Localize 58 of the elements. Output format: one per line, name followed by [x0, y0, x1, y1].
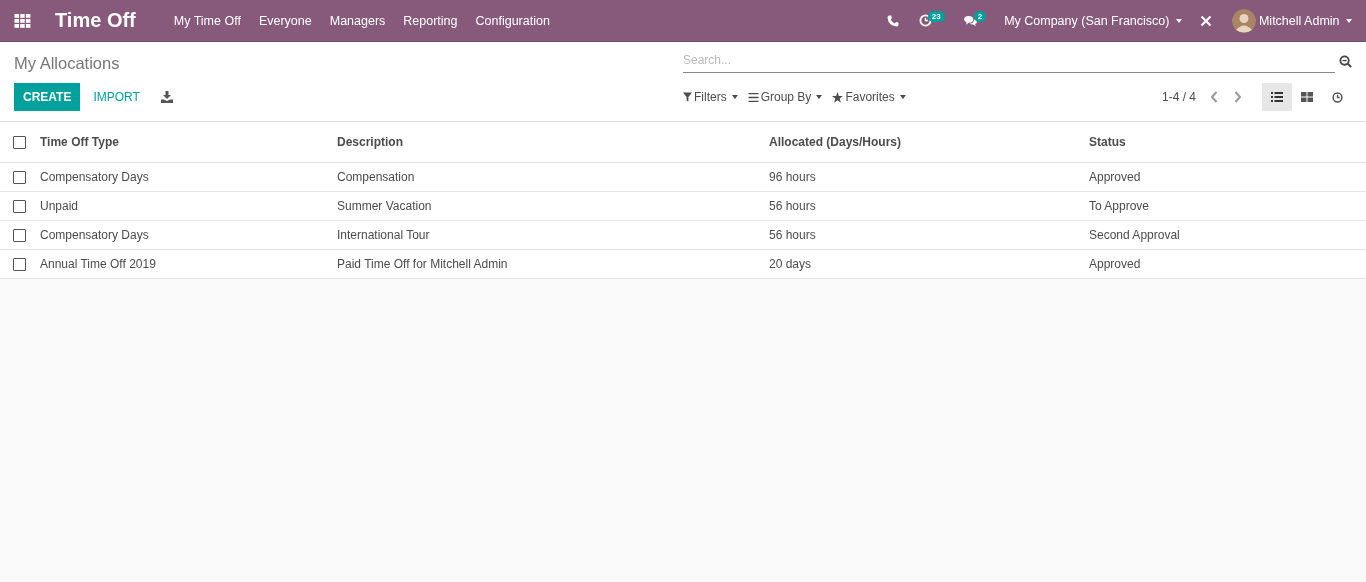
table-cell-text: International Tour: [337, 228, 431, 242]
menu-item[interactable]: Configuration: [475, 13, 550, 28]
download-icon[interactable]: [160, 91, 173, 103]
column-header[interactable]: Time Off Type: [40, 135, 337, 149]
previous-page-icon[interactable]: [1210, 91, 1218, 103]
table-cell-text: Second Approval: [1089, 228, 1181, 242]
filter-icon: [683, 92, 692, 102]
table-cell-text: Unpaid: [40, 199, 80, 213]
menu-item[interactable]: My Time Off: [173, 13, 241, 28]
pager-value: 1-4 / 4: [1161, 90, 1196, 104]
filters-dropdown[interactable]: Filters: [683, 90, 738, 104]
row-checkbox[interactable]: [13, 228, 26, 242]
phone-icon[interactable]: [886, 14, 899, 27]
table-cell-text: Paid Time Off for Mitchell Admin: [337, 257, 509, 271]
chat-icon[interactable]: [962, 14, 978, 27]
table-cell-text: Approved: [1089, 170, 1142, 184]
column-header[interactable]: Status: [1089, 135, 1366, 149]
table-cell-text: Annual Time Off 2019: [40, 257, 157, 271]
grid-icon: [1301, 92, 1313, 102]
column-header[interactable]: Allocated (Days/Hours): [769, 135, 1089, 149]
table-cell-text: 96 hours: [769, 170, 817, 184]
table-cell-text: To Approve: [1089, 199, 1151, 213]
list-view-button[interactable]: [1262, 83, 1292, 111]
group-by-dropdown[interactable]: Group By: [747, 90, 823, 104]
table-cell-text: 56 hours: [769, 199, 817, 213]
row-checkbox[interactable]: [13, 199, 26, 213]
menu-item[interactable]: Everyone: [258, 13, 312, 28]
app-title: Time Off: [55, 9, 136, 32]
row-checkbox[interactable]: [13, 170, 26, 184]
menu-item[interactable]: Reporting: [403, 13, 458, 28]
star-icon: [832, 91, 844, 103]
clock-icon[interactable]: [918, 14, 932, 27]
favorites-dropdown[interactable]: Favorites: [832, 90, 906, 104]
next-page-icon[interactable]: [1234, 91, 1242, 103]
list-icon: [1271, 92, 1283, 102]
import-button[interactable]: IMPORT: [92, 83, 141, 111]
message-count-badge: 2: [973, 11, 987, 22]
search-icon[interactable]: [1339, 55, 1352, 68]
avatar[interactable]: [1231, 8, 1256, 33]
table-cell-text: 56 hours: [769, 228, 817, 242]
column-header[interactable]: Description: [337, 135, 769, 149]
row-checkbox[interactable]: [13, 257, 26, 271]
table-cell-text: Summer Vacation: [337, 199, 433, 213]
apps-menu-icon[interactable]: [14, 13, 31, 28]
table-cell-text: 20 days: [769, 257, 813, 271]
company-switcher[interactable]: My Company (San Francisco): [1004, 13, 1182, 28]
table-cell-text: Compensatory Days: [40, 170, 150, 184]
select-all-checkbox[interactable]: [13, 135, 26, 149]
table-cell-text: Compensation: [337, 170, 416, 184]
table-cell-text: Approved: [1089, 257, 1142, 271]
list-lines-icon: [747, 92, 759, 102]
breadcrumb-title: My Allocations: [14, 53, 120, 73]
table-cell-text: Compensatory Days: [40, 228, 150, 242]
clock-icon: [1331, 91, 1343, 103]
activity-count-badge: 23: [927, 11, 945, 22]
menu-item[interactable]: Managers: [329, 13, 386, 28]
create-button[interactable]: CREATE: [14, 83, 81, 111]
user-menu[interactable]: Mitchell Admin: [1258, 13, 1352, 28]
